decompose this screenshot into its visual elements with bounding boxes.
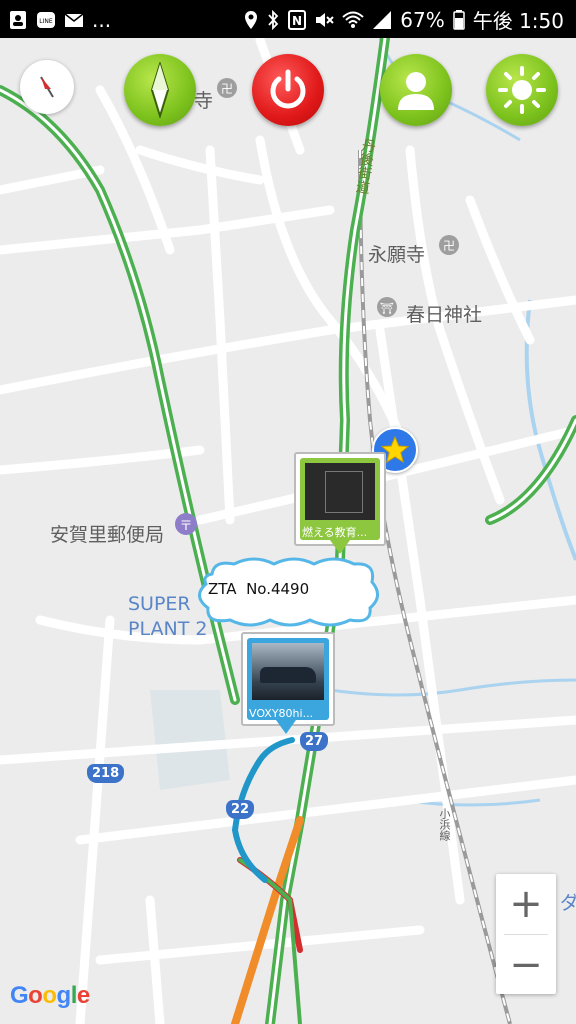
svg-text:N: N <box>292 14 302 28</box>
navigation-compass-button[interactable] <box>124 54 196 126</box>
signal-icon <box>373 10 392 29</box>
more-notifications: ... <box>92 8 112 32</box>
brightness-button[interactable] <box>486 54 558 126</box>
svg-text:⛩: ⛩ <box>380 302 394 315</box>
vehicle-callout[interactable]: ZTA No.4490 <box>194 556 380 628</box>
location-icon <box>245 10 258 29</box>
compass-needle-icon <box>40 76 54 98</box>
svg-text:LINE: LINE <box>39 18 53 25</box>
wifi-icon <box>342 11 364 28</box>
car-shape <box>260 667 316 683</box>
video-marker[interactable]: 燃える教育... <box>294 452 386 546</box>
google-letter: g <box>56 982 72 1009</box>
mail-icon <box>64 13 84 27</box>
car-marker-caption: VOXY80hi... <box>249 707 314 720</box>
google-letter: G <box>10 982 29 1009</box>
svg-text:卍: 卍 <box>443 239 455 253</box>
status-bar: LINE ... N 67% 午後 1:50 <box>0 0 576 38</box>
google-letter: o <box>28 982 43 1009</box>
video-marker-pointer <box>330 540 350 554</box>
person-icon <box>398 72 434 110</box>
route-badge-27: 27 <box>300 732 329 751</box>
contacts-icon <box>10 11 26 29</box>
thumbnail-art <box>325 471 363 513</box>
zoom-in-button[interactable]: + <box>496 874 556 934</box>
label-kasuga-shrine[interactable]: 春日神社 <box>406 300 482 327</box>
power-icon <box>270 69 306 109</box>
car-marker-pointer <box>276 720 296 734</box>
label-obama-line: 小浜線 <box>438 808 451 841</box>
google-letter: o <box>42 982 57 1009</box>
clock: 午後 1:50 <box>472 9 564 33</box>
nfc-icon: N <box>288 9 307 30</box>
car-thumbnail <box>252 643 324 700</box>
compass-icon <box>150 62 170 118</box>
sun-icon <box>498 66 546 114</box>
zoom-out-button[interactable]: − <box>496 935 556 995</box>
compass-button[interactable] <box>20 60 74 114</box>
mute-icon <box>316 12 334 27</box>
label-super-plant-1[interactable]: SUPER <box>128 593 191 615</box>
line-icon: LINE <box>37 12 55 28</box>
google-logo: Google <box>10 982 90 1010</box>
bluetooth-icon <box>268 9 279 30</box>
map-view[interactable]: 卍 卍 ⛩ 〒 寺 丹後街道 永願寺 春日神社 安賀里郵便局 SUPER PLA… <box>0 38 576 1024</box>
label-edge: ダ <box>560 892 576 914</box>
label-temple-top: 寺 <box>194 90 214 112</box>
route-badge-218: 218 <box>87 764 125 783</box>
car-marker[interactable]: VOXY80hi... <box>241 632 335 726</box>
google-letter: e <box>76 982 90 1009</box>
profile-button[interactable] <box>380 54 452 126</box>
zoom-controls: + − <box>496 874 556 994</box>
power-button[interactable] <box>252 54 324 126</box>
route-badge-22: 22 <box>226 800 255 819</box>
label-post-office[interactable]: 安賀里郵便局 <box>50 520 164 547</box>
battery-icon <box>452 9 465 30</box>
svg-text:卍: 卍 <box>221 82 233 96</box>
label-eiganji[interactable]: 永願寺 <box>368 240 425 267</box>
vehicle-id-text: ZTA No.4490 <box>208 580 310 598</box>
video-marker-caption: 燃える教育... <box>302 526 368 539</box>
video-thumbnail <box>305 463 375 520</box>
svg-text:〒: 〒 <box>179 519 192 534</box>
battery-percent: 67% <box>400 7 445 32</box>
